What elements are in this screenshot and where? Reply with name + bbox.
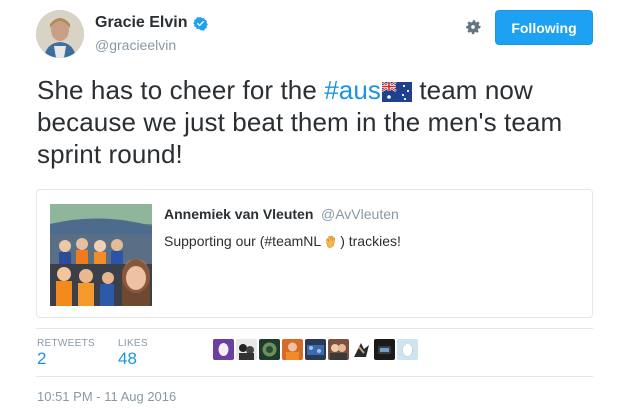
- likes-label: LIKES: [118, 338, 148, 349]
- liker-avatars: [213, 339, 420, 360]
- liker-avatar[interactable]: [328, 339, 349, 360]
- retweets-label: RETWEETS: [37, 338, 95, 349]
- liker-avatar[interactable]: [213, 339, 234, 360]
- liker-avatar[interactable]: [282, 339, 303, 360]
- liker-avatar[interactable]: [259, 339, 280, 360]
- quoted-author-handle[interactable]: @AvVleuten: [321, 206, 399, 222]
- stats-bottom-divider: [36, 376, 593, 377]
- tweet-text-before: She has to cheer for the: [37, 75, 325, 105]
- author-name-row: Gracie Elvin: [95, 14, 208, 32]
- quoted-tweet-text: Supporting our (#teamNL ) trackies!: [164, 233, 401, 249]
- following-button[interactable]: Following: [495, 10, 593, 45]
- gear-icon[interactable]: [463, 17, 483, 37]
- verified-badge-icon: [192, 16, 208, 31]
- liker-avatar[interactable]: [351, 339, 372, 360]
- liker-avatar[interactable]: [374, 339, 395, 360]
- tweet-timestamp[interactable]: 10:51 PM - 11 Aug 2016: [37, 389, 176, 404]
- waving-hand-icon: [326, 235, 336, 248]
- liker-avatar[interactable]: [236, 339, 257, 360]
- author-avatar[interactable]: [36, 10, 84, 58]
- author-handle[interactable]: @gracieelvin: [95, 37, 176, 53]
- hashtag-link[interactable]: #aus: [324, 75, 381, 105]
- australia-flag-icon: [382, 82, 413, 102]
- quoted-text-before: Supporting our (#teamNL: [164, 233, 322, 249]
- likes-count[interactable]: 48: [118, 349, 137, 369]
- stats-top-divider: [36, 328, 593, 329]
- quoted-tweet-card[interactable]: Annemiek van Vleuten @AvVleuten Supporti…: [36, 189, 593, 318]
- quoted-tweet-image[interactable]: [50, 204, 152, 306]
- liker-avatar[interactable]: [305, 339, 326, 360]
- quoted-text-after: ) trackies!: [340, 233, 401, 249]
- author-display-name[interactable]: Gracie Elvin: [95, 14, 188, 32]
- liker-avatar[interactable]: [397, 339, 418, 360]
- quoted-author-name[interactable]: Annemiek van Vleuten: [164, 206, 313, 222]
- retweets-count[interactable]: 2: [37, 349, 46, 369]
- tweet-text: She has to cheer for the #aus team now b…: [37, 74, 597, 170]
